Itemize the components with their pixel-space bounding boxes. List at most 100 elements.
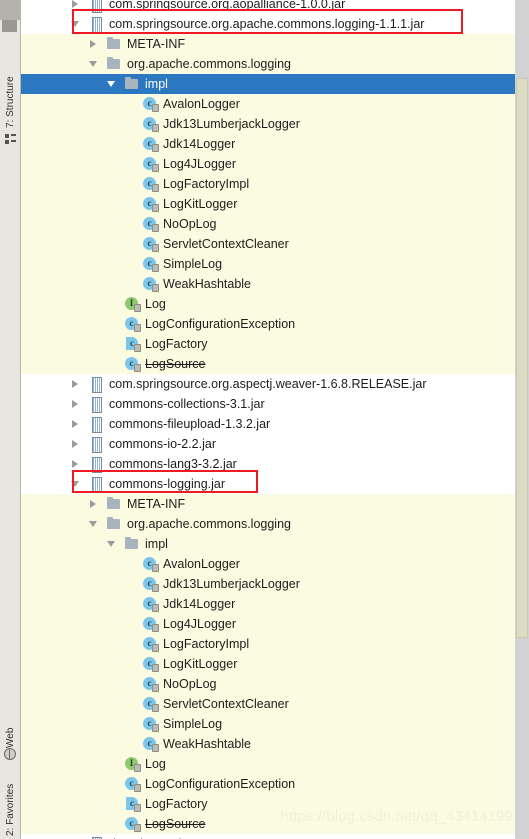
tree-row-label: SimpleLog	[163, 717, 223, 731]
watermark: https://blog.csdn.net/qq_43414199	[280, 809, 513, 825]
tree-row-label: ServletContextCleaner	[163, 697, 289, 711]
class-icon	[143, 597, 159, 612]
class-icon	[143, 257, 159, 272]
tree-row[interactable]: AvalonLogger	[21, 94, 529, 114]
tree-row-label: com.springsource.org.apache.commons.logg…	[109, 17, 425, 31]
vertical-scrollbar[interactable]	[515, 0, 529, 839]
scrollbar-thumb[interactable]	[516, 78, 528, 638]
tree-row[interactable]: Jdk14Logger	[21, 134, 529, 154]
tree-row[interactable]: AvalonLogger	[21, 554, 529, 574]
class-icon	[143, 637, 159, 652]
tree-row[interactable]: LogFactory	[21, 334, 529, 354]
tree-row[interactable]: com.springsource.org.aopalliance-1.0.0.j…	[21, 0, 529, 14]
tree-row-label: META-INF	[127, 37, 186, 51]
tree-row[interactable]: WeakHashtable	[21, 734, 529, 754]
tree-row[interactable]: dom4j-1.6.1.jar	[21, 834, 529, 839]
tree-row-label: commons-lang3-3.2.jar	[109, 457, 237, 471]
tree-row[interactable]: commons-lang3-3.2.jar	[21, 454, 529, 474]
jar-icon	[89, 417, 103, 433]
tree-row[interactable]: commons-logging.jar	[21, 474, 529, 494]
tree-row-label: com.springsource.org.aspectj.weaver-1.6.…	[109, 377, 427, 391]
tree-row[interactable]: LogKitLogger	[21, 194, 529, 214]
tree-row-label: commons-logging.jar	[109, 477, 226, 491]
tree-row[interactable]: META-INF	[21, 494, 529, 514]
class-icon	[143, 117, 159, 132]
tree-row[interactable]: LogKitLogger	[21, 654, 529, 674]
tool-tab-structure[interactable]: 7: Structure	[0, 36, 21, 128]
tree-row-label: NoOpLog	[163, 677, 217, 691]
tree-row-label: LogSource	[145, 817, 206, 831]
chevron-down-icon[interactable]	[89, 60, 98, 69]
chevron-down-icon[interactable]	[71, 480, 80, 489]
tree-row-label: Jdk14Logger	[163, 597, 236, 611]
class-icon	[125, 817, 141, 832]
class-icon	[143, 177, 159, 192]
tree-row[interactable]: ServletContextCleaner	[21, 234, 529, 254]
tree-row[interactable]: org.apache.commons.logging	[21, 514, 529, 534]
chevron-down-icon[interactable]	[89, 520, 98, 529]
tree-row[interactable]: SimpleLog	[21, 714, 529, 734]
tree-row[interactable]: LogConfigurationException	[21, 314, 529, 334]
tree-row[interactable]: LogConfigurationException	[21, 774, 529, 794]
tree-row[interactable]: LogSource	[21, 354, 529, 374]
tree-row-label: Log4JLogger	[163, 617, 236, 631]
chevron-right-icon[interactable]	[71, 400, 80, 409]
tree-row[interactable]: impl	[21, 74, 529, 94]
chevron-right-icon[interactable]	[71, 380, 80, 389]
chevron-down-icon[interactable]	[107, 80, 116, 89]
tree-row[interactable]: org.apache.commons.logging	[21, 54, 529, 74]
tree-row[interactable]: Log4JLogger	[21, 614, 529, 634]
tree-row[interactable]: Jdk13LumberjackLogger	[21, 114, 529, 134]
tree-row[interactable]: NoOpLog	[21, 674, 529, 694]
chevron-right-icon[interactable]	[71, 440, 80, 449]
tree-row[interactable]: WeakHashtable	[21, 274, 529, 294]
chevron-down-icon[interactable]	[71, 20, 80, 29]
structure-icon	[5, 134, 16, 145]
chevron-right-icon[interactable]	[71, 420, 80, 429]
tree-row[interactable]: Jdk13LumberjackLogger	[21, 574, 529, 594]
jar-icon	[89, 377, 103, 393]
interface-icon	[125, 297, 141, 312]
tree-row-label: LogFactory	[145, 337, 208, 351]
tree-row[interactable]: commons-io-2.2.jar	[21, 434, 529, 454]
class-clipped-icon	[125, 797, 141, 812]
class-clipped-icon	[125, 337, 141, 352]
jar-icon	[89, 437, 103, 453]
tree-row[interactable]: commons-fileupload-1.3.2.jar	[21, 414, 529, 434]
chevron-right-icon[interactable]	[71, 0, 80, 9]
tree-row[interactable]: META-INF	[21, 34, 529, 54]
tree-row[interactable]: ServletContextCleaner	[21, 694, 529, 714]
tree-row[interactable]: commons-collections-3.1.jar	[21, 394, 529, 414]
tree-row-label: LogConfigurationException	[145, 777, 296, 791]
tree-row[interactable]: com.springsource.org.apache.commons.logg…	[21, 14, 529, 34]
tree-row-label: Jdk13LumberjackLogger	[163, 577, 300, 591]
project-tree-panel: 7: Structure Web 2: Favorites com.spring…	[0, 0, 529, 839]
tree-row[interactable]: SimpleLog	[21, 254, 529, 274]
tree-row-label: AvalonLogger	[163, 557, 240, 571]
chevron-right-icon[interactable]	[89, 500, 98, 509]
tool-tab-web[interactable]: Web	[0, 700, 21, 748]
tree-row[interactable]: LogFactoryImpl	[21, 634, 529, 654]
tool-tab-favorites[interactable]: 2: Favorites	[0, 760, 21, 836]
chevron-down-icon[interactable]	[107, 540, 116, 549]
tree-row[interactable]: Jdk14Logger	[21, 594, 529, 614]
chevron-right-icon[interactable]	[71, 460, 80, 469]
tree-row-label: Jdk14Logger	[163, 137, 236, 151]
chevron-right-icon[interactable]	[89, 40, 98, 49]
tree-row[interactable]: com.springsource.org.aspectj.weaver-1.6.…	[21, 374, 529, 394]
tree-row[interactable]: Log	[21, 754, 529, 774]
tree-row-label: impl	[145, 537, 168, 551]
tree-row-label: WeakHashtable	[163, 737, 252, 751]
package-icon	[107, 37, 121, 51]
tree-row-label: dom4j-1.6.1.jar	[109, 834, 192, 839]
tree-row[interactable]: Log	[21, 294, 529, 314]
tree-row[interactable]: NoOpLog	[21, 214, 529, 234]
tree-row[interactable]: LogFactoryImpl	[21, 174, 529, 194]
tree-row-label: AvalonLogger	[163, 97, 240, 111]
interface-icon	[125, 757, 141, 772]
tree-row[interactable]: impl	[21, 534, 529, 554]
tree-row[interactable]: Log4JLogger	[21, 154, 529, 174]
class-icon	[125, 317, 141, 332]
tree-row-label: Log4JLogger	[163, 157, 236, 171]
tree-row-label: commons-io-2.2.jar	[109, 437, 216, 451]
